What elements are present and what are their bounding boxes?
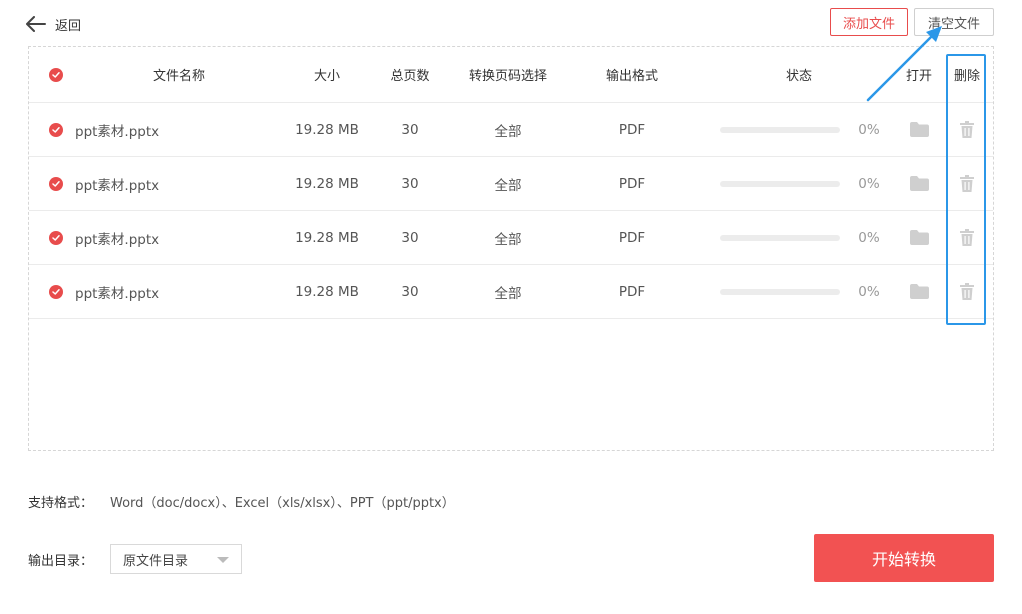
row-checkbox[interactable] — [49, 103, 63, 156]
progress-percent: 0% — [858, 229, 880, 246]
file-name: ppt素材.pptx — [75, 177, 160, 194]
progress-percent: 0% — [858, 283, 880, 300]
table-header: 文件名称 大小 总页数 转换页码选择 输出格式 状态 打开 删除 — [29, 47, 993, 103]
folder-icon — [909, 176, 929, 191]
page-count: 30 — [401, 283, 419, 300]
output-dir-value: 原文件目录 — [123, 553, 189, 569]
check-circle-icon — [49, 230, 63, 245]
column-header-output-format: 输出格式 — [605, 69, 658, 84]
check-circle-icon — [49, 176, 63, 191]
start-convert-button[interactable]: 开始转换 — [814, 534, 994, 582]
column-header-size: 大小 — [313, 69, 340, 84]
page-range-select[interactable]: 全部 — [469, 103, 547, 156]
column-header-pages: 总页数 — [390, 69, 430, 84]
file-name: ppt素材.pptx — [75, 285, 160, 302]
page-count: 30 — [401, 121, 419, 138]
progress-bar — [720, 265, 840, 318]
output-format-select[interactable]: PDF — [595, 103, 669, 156]
caret-down-icon — [217, 557, 229, 563]
table-row: ppt素材.pptx 19.28 MB 30 全部 PDF 0% — [29, 265, 993, 319]
output-dir-select[interactable]: 原文件目录 — [110, 544, 242, 574]
supported-formats-text: Word（doc/docx）、Excel（xls/xlsx）、PPT（ppt/p… — [110, 496, 455, 511]
page-range-select[interactable]: 全部 — [469, 265, 547, 318]
column-header-status: 状态 — [785, 69, 812, 84]
column-header-page-range: 转换页码选择 — [468, 69, 547, 84]
output-dir-label: 输出目录： — [28, 554, 94, 569]
folder-icon — [909, 122, 929, 137]
file-table: 文件名称 大小 总页数 转换页码选择 输出格式 状态 打开 删除 ppt素材.p… — [28, 46, 994, 451]
file-size: 19.28 MB — [295, 229, 359, 246]
page-count: 30 — [401, 175, 419, 192]
file-size: 19.28 MB — [295, 175, 359, 192]
page-range-select[interactable]: 全部 — [469, 157, 547, 210]
check-circle-icon — [49, 67, 63, 82]
supported-formats-label: 支持格式： — [28, 496, 94, 511]
table-row: ppt素材.pptx 19.28 MB 30 全部 PDF 0% — [29, 103, 993, 157]
output-format-select[interactable]: PDF — [595, 157, 669, 210]
back-label: 返回 — [55, 18, 82, 34]
select-all-checkbox[interactable] — [49, 47, 63, 102]
folder-icon — [909, 230, 929, 245]
progress-percent: 0% — [858, 175, 880, 192]
check-circle-icon — [49, 284, 63, 299]
page-range-select[interactable]: 全部 — [469, 211, 547, 264]
column-header-name: 文件名称 — [152, 69, 205, 84]
progress-bar — [720, 157, 840, 210]
table-row: ppt素材.pptx 19.28 MB 30 全部 PDF 0% — [29, 157, 993, 211]
page-count: 30 — [401, 229, 419, 246]
file-size: 19.28 MB — [295, 283, 359, 300]
progress-bar — [720, 211, 840, 264]
file-name: ppt素材.pptx — [75, 123, 160, 140]
row-checkbox[interactable] — [49, 211, 63, 264]
file-size: 19.28 MB — [295, 121, 359, 138]
progress-bar — [720, 103, 840, 156]
file-name: ppt素材.pptx — [75, 231, 160, 248]
folder-icon — [909, 284, 929, 299]
arrow-left-icon — [26, 16, 46, 32]
open-folder-button[interactable] — [897, 265, 941, 318]
delete-column-highlight — [946, 54, 986, 325]
row-checkbox[interactable] — [49, 157, 63, 210]
open-folder-button[interactable] — [897, 157, 941, 210]
output-format-select[interactable]: PDF — [595, 265, 669, 318]
progress-percent: 0% — [858, 121, 880, 138]
output-format-select[interactable]: PDF — [595, 211, 669, 264]
check-circle-icon — [49, 122, 63, 137]
back-button[interactable]: 返回 — [26, 12, 81, 36]
table-row: ppt素材.pptx 19.28 MB 30 全部 PDF 0% — [29, 211, 993, 265]
open-folder-button[interactable] — [897, 211, 941, 264]
open-folder-button[interactable] — [897, 103, 941, 156]
row-checkbox[interactable] — [49, 265, 63, 318]
annotation-arrow-icon — [866, 26, 942, 102]
